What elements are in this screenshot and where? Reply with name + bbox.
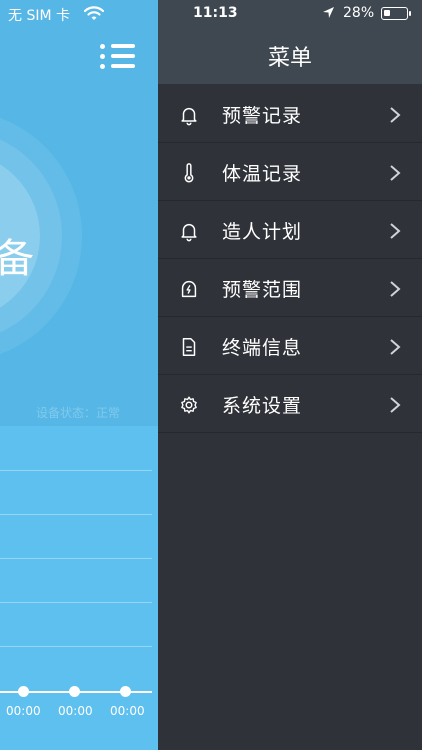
document-icon [182, 338, 196, 356]
menu-item-terminal-info[interactable]: 终端信息 [158, 318, 422, 375]
chevron-right-icon [390, 165, 401, 181]
menu-toggle-button[interactable] [100, 42, 138, 70]
chart-gridline [0, 602, 152, 603]
chart-gridline [0, 646, 152, 647]
chart-gridline [0, 514, 152, 515]
bell-icon [181, 223, 197, 242]
chevron-right-icon [390, 397, 401, 413]
list-icon [100, 44, 105, 49]
chart-time-label: 00:00 [58, 704, 93, 718]
chart-point [18, 686, 29, 697]
battery-icon [381, 7, 411, 20]
menu-item-temperature-records[interactable]: 体温记录 [158, 144, 422, 201]
drawer-title: 菜单 [267, 46, 312, 71]
chevron-right-icon [390, 107, 401, 123]
menu-item-conception-plan[interactable]: 造人计划 [158, 202, 422, 259]
carrier-text: 无 SIM 卡 [8, 8, 70, 24]
chart-gridline [0, 470, 152, 471]
gear-icon [181, 396, 197, 414]
chart-time-label: 00:00 [6, 704, 41, 718]
menu-item-warning-records[interactable]: 预警记录 [158, 86, 422, 143]
chart-point [69, 686, 80, 697]
chevron-right-icon [390, 223, 401, 239]
menu-item-label: 终端信息 [222, 337, 303, 359]
menu-item-system-settings[interactable]: 系统设置 [158, 376, 422, 433]
clock-text: 11:13 [193, 5, 238, 21]
chevron-right-icon [390, 281, 401, 297]
chevron-right-icon [390, 339, 401, 355]
menu-item-label: 系统设置 [222, 395, 303, 417]
chart-point [120, 686, 131, 697]
chart-area [0, 426, 158, 750]
menu-item-warning-range[interactable]: 预警范围 [158, 260, 422, 317]
side-drawer: 菜单 预警记录 体温记录 造人计划 预警范围 终端信息 系统设置 [158, 0, 422, 750]
location-arrow-icon [323, 7, 334, 18]
battery-percent: 28% [343, 5, 375, 21]
menu-item-label: 体温记录 [222, 163, 303, 185]
alert-zone-icon [181, 280, 197, 298]
thermometer-icon [184, 163, 194, 183]
device-status-text: 备 [0, 236, 34, 282]
status-bar: 无 SIM 卡 11:13 28% [0, 0, 422, 28]
faint-device-status: 设备状态：正常 [36, 406, 121, 420]
menu-item-label: 预警记录 [222, 105, 303, 127]
chart-time-label: 00:00 [110, 704, 145, 718]
chart-gridline [0, 558, 152, 559]
background-app: 备 00:00 00:00 00:00 [0, 0, 158, 750]
menu-item-label: 预警范围 [222, 279, 303, 301]
bell-icon [181, 107, 197, 126]
menu-item-label: 造人计划 [222, 221, 303, 243]
wifi-icon [84, 6, 104, 20]
